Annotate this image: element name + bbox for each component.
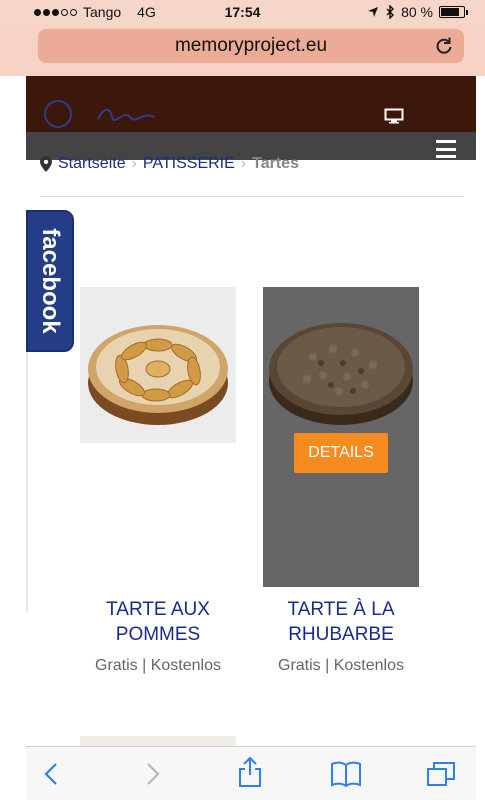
back-icon[interactable] <box>40 761 66 787</box>
breadcrumb: Startseite › PATISSERIE › Tartes <box>40 153 299 175</box>
forward-icon[interactable] <box>138 761 164 787</box>
logo-seal-icon <box>44 100 72 128</box>
product-image-apple-tart[interactable] <box>80 287 236 443</box>
tabs-icon[interactable] <box>426 761 456 787</box>
status-right: 80 % <box>367 4 468 20</box>
details-button[interactable]: DETAILS <box>294 433 388 473</box>
site-header <box>26 76 476 132</box>
product-price: Gratis | Kostenlos <box>278 657 404 674</box>
breadcrumb-current: Tartes <box>252 155 299 172</box>
location-icon <box>368 7 379 17</box>
divider <box>40 196 464 197</box>
status-bar: Tango 4G 17:54 80 % <box>0 0 485 24</box>
breadcrumb-separator-icon: › <box>131 155 137 172</box>
page-edge <box>26 352 28 612</box>
share-icon[interactable] <box>237 757 263 787</box>
page: Tango 4G 17:54 80 % memoryproject.eu Sta… <box>0 0 485 800</box>
facebook-tab-label: facebook <box>37 228 64 334</box>
hamburger-menu-icon[interactable] <box>436 140 456 158</box>
location-pin-icon <box>40 156 52 172</box>
breadcrumb-category[interactable]: PATISSERIE <box>143 155 235 173</box>
browser-url-area: memoryproject.eu <box>0 24 485 76</box>
battery-icon <box>439 6 468 18</box>
bluetooth-icon <box>386 5 395 19</box>
bookmarks-icon[interactable] <box>330 761 362 787</box>
product-image-rhubarb-tart[interactable] <box>263 287 419 443</box>
product-card-apple-tart[interactable]: TARTE AUX POMMES Gratis | Kostenlos <box>80 287 236 687</box>
product-title[interactable]: TARTE AUX POMMES <box>70 597 246 647</box>
desktop-view-icon[interactable] <box>384 108 404 124</box>
url-field[interactable]: memoryproject.eu <box>38 29 464 63</box>
product-price: Gratis | Kostenlos <box>95 657 221 674</box>
url-text: memoryproject.eu <box>174 35 328 56</box>
product-title[interactable]: TARTE À LA RHUBARBE <box>253 597 429 647</box>
product-card-rhubarb-tart[interactable]: DETAILS TARTE À LA RHUBARBE Gratis | Kos… <box>263 287 419 687</box>
breadcrumb-home[interactable]: Startseite <box>58 155 126 173</box>
battery-percent: 80 % <box>401 4 433 20</box>
browser-toolbar <box>26 746 476 800</box>
facebook-tab[interactable]: facebook <box>26 210 74 352</box>
breadcrumb-separator-icon: › <box>240 155 247 172</box>
site-logo[interactable] <box>44 100 156 128</box>
reload-icon[interactable] <box>434 36 454 56</box>
logo-wordmark-icon <box>97 108 155 122</box>
